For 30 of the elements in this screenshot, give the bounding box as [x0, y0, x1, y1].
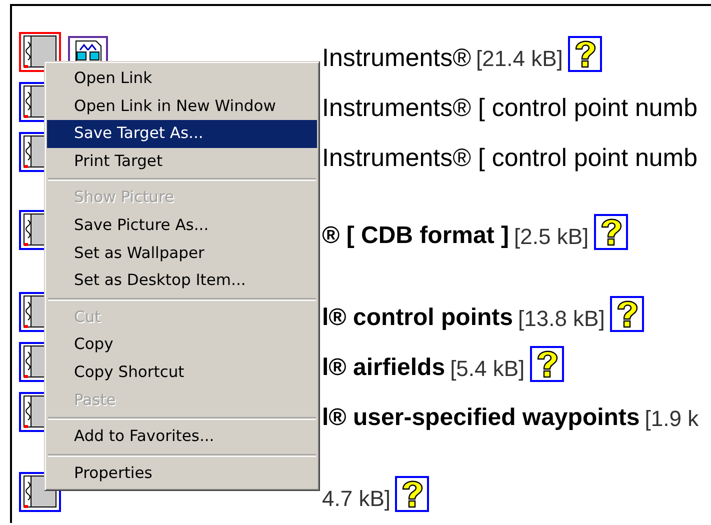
- menu-item[interactable]: Properties: [47, 460, 317, 488]
- link-title[interactable]: l® airfields: [322, 355, 446, 381]
- link-title[interactable]: Instruments®: [322, 45, 472, 71]
- document-icon[interactable]: [19, 32, 61, 72]
- menu-item[interactable]: Set as Wallpaper: [47, 240, 317, 268]
- help-icon[interactable]: [530, 346, 564, 382]
- file-size: [21.4 kB]: [476, 47, 563, 71]
- help-icon[interactable]: [594, 214, 628, 250]
- file-size: [1.9 k: [644, 407, 699, 431]
- link-title[interactable]: l® control points: [322, 305, 514, 331]
- menu-item[interactable]: Open Link in New Window: [47, 92, 317, 120]
- menu-item[interactable]: Print Target: [47, 148, 317, 176]
- menu-item[interactable]: Open Link: [47, 65, 317, 93]
- help-icon[interactable]: [610, 296, 644, 332]
- menu-item[interactable]: Set as Desktop Item...: [47, 267, 317, 295]
- link-title[interactable]: ® [ CDB format ]: [322, 223, 510, 249]
- menu-item[interactable]: Save Picture As...: [47, 212, 317, 240]
- help-icon[interactable]: [568, 36, 602, 72]
- file-size: [13.8 kB]: [518, 307, 605, 331]
- menu-item[interactable]: Copy Shortcut: [47, 358, 317, 387]
- help-icon[interactable]: [395, 476, 430, 512]
- link-title[interactable]: Instruments® [ control point numb: [322, 95, 698, 121]
- file-size: [5.4 kB]: [450, 357, 525, 381]
- link-title[interactable]: l® user-specified waypoints: [322, 405, 640, 431]
- file-size: [2.5 kB]: [514, 225, 589, 249]
- link-title[interactable]: Instruments® [ control point numb: [322, 145, 698, 171]
- file-size: 4.7 kB]: [322, 487, 390, 511]
- menu-item[interactable]: Add to Favorites...: [47, 423, 317, 451]
- menu-item[interactable]: Save Target As...: [47, 120, 317, 148]
- menu-item[interactable]: Copy: [47, 331, 317, 359]
